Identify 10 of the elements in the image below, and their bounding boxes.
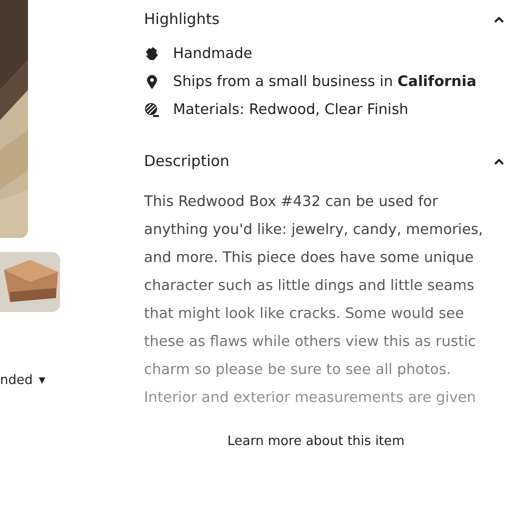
- location-pin-icon: [144, 74, 160, 90]
- highlight-text: Ships from a small business in California: [173, 74, 476, 90]
- description-text: This Redwood Box #432 can be used for anything you'd like: jewelry, candy, memories, and more. This piece does have some unique character such as little dings and little seams that might look like cracks. Some would see these as flaws while others view this as rustic charm so please be sure to see all photos. Interior and exterior measurements are given: [144, 193, 484, 408]
- learn-more-link[interactable]: Learn more about this item: [227, 434, 405, 449]
- yarn-ball-icon: [144, 102, 160, 118]
- sort-dropdown[interactable]: nded ▾: [0, 373, 144, 388]
- section-header[interactable]: Description: [144, 150, 504, 172]
- highlight-text: Handmade: [173, 46, 252, 62]
- section-header[interactable]: Highlights: [144, 8, 504, 30]
- highlight-text: Materials: Redwood, Clear Finish: [173, 102, 408, 118]
